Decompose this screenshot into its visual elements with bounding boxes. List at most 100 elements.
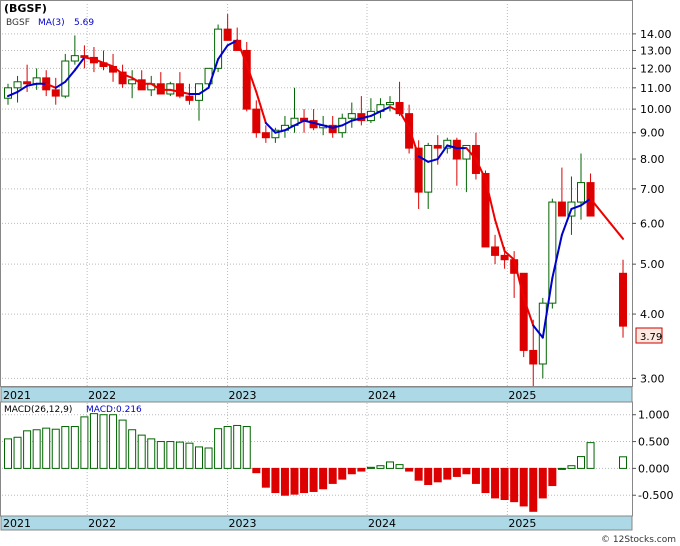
- macd-bar-positive: [80, 416, 89, 469]
- price-tick-label: 6.00: [640, 217, 665, 230]
- candle-down: [252, 108, 261, 134]
- last-price-label: 3.79: [640, 332, 662, 343]
- macd-bar-positive: [386, 461, 394, 469]
- macd-tick-label: -0.500: [638, 489, 673, 502]
- macd-bar-negative: [452, 467, 461, 477]
- price-tick-label: 12.00: [640, 62, 672, 75]
- macd-bar-negative: [319, 467, 328, 490]
- macd-bar-negative: [414, 467, 423, 481]
- candle-down: [223, 28, 232, 41]
- macd-bar-negative: [290, 467, 299, 495]
- macd-bar-negative: [433, 467, 442, 483]
- candle-down: [491, 246, 500, 256]
- candle-down: [175, 83, 184, 97]
- macd-bar-positive: [395, 464, 404, 469]
- macd-bar-positive: [557, 467, 566, 470]
- macd-legend-value: MACD:0.216: [86, 405, 142, 415]
- candle-down: [529, 349, 538, 365]
- candle-up: [424, 144, 433, 193]
- candle-up: [577, 182, 585, 203]
- macd-bar-negative: [347, 467, 356, 475]
- price-tick-label: 8.00: [640, 153, 665, 166]
- candle-down: [261, 132, 270, 139]
- macd-bar-positive: [223, 426, 232, 469]
- price-tick-label: 11.00: [640, 82, 672, 95]
- candle-up: [347, 113, 356, 119]
- macd-bar-positive: [13, 436, 22, 469]
- candle-up: [386, 102, 394, 106]
- macd-bar-positive: [586, 442, 595, 469]
- macd-bar-positive: [619, 456, 628, 469]
- macd-bar-positive: [577, 456, 585, 469]
- legend-ma-label: MA(3): [38, 18, 65, 28]
- candle-down: [433, 144, 442, 149]
- macd-bar-positive: [195, 446, 203, 469]
- macd-bar-positive: [567, 465, 576, 469]
- price-tick-label: 10.00: [640, 103, 672, 116]
- macd-bar-positive: [4, 438, 12, 469]
- candle-down: [23, 81, 32, 85]
- stock-chart: 14.00 13.00 12.00 11.00 10.00 9.00 8.00 7.00 6.0…: [0, 0, 676, 545]
- macd-tick-label: 0.000: [638, 462, 670, 475]
- macd-bar-positive: [214, 428, 223, 469]
- macd-bar-negative: [424, 467, 433, 485]
- candle-down: [51, 89, 60, 97]
- macd-bar-negative: [357, 467, 366, 472]
- macd-bar-negative: [328, 467, 337, 484]
- candle-down: [500, 254, 509, 261]
- price-tick-label: 14.00: [640, 28, 672, 41]
- macd-bar-negative: [462, 467, 471, 475]
- candle-down: [619, 272, 628, 327]
- macd-bar-negative: [443, 467, 452, 480]
- macd-tick-label: 0.500: [638, 436, 670, 449]
- candle-down: [481, 172, 490, 248]
- candle-down: [452, 139, 461, 160]
- macd-x-tick-label: 2025: [508, 517, 536, 530]
- macd-bar-negative: [529, 467, 538, 512]
- macd-x-tick-label: 2024: [368, 517, 396, 530]
- macd-legend-label: MACD(26,12,9): [4, 405, 72, 415]
- macd-bar-negative: [510, 467, 519, 503]
- macd-tick-label: 1.000: [638, 409, 670, 422]
- macd-bar-positive: [128, 429, 137, 469]
- copyright-footer: © 12Stocks.com: [601, 535, 676, 545]
- price-x-tick-label: 2023: [229, 389, 257, 402]
- macd-bar-positive: [23, 430, 32, 469]
- macd-bar-positive: [109, 414, 118, 469]
- macd-x-tick-label: 2022: [88, 517, 116, 530]
- macd-bar-positive: [32, 429, 41, 469]
- macd-bar-negative: [280, 467, 289, 496]
- price-x-tick-label: 2022: [88, 389, 116, 402]
- macd-bar-positive: [175, 441, 184, 469]
- macd-bar-positive: [366, 466, 375, 469]
- candle-up: [70, 55, 79, 62]
- macd-bar-positive: [61, 426, 70, 469]
- macd-bar-positive: [185, 442, 194, 469]
- macd-bar-positive: [233, 424, 242, 469]
- chart-title: (BGSF): [4, 2, 47, 15]
- macd-bar-positive: [51, 428, 60, 469]
- price-tick-label: 3.00: [640, 372, 665, 385]
- price-x-tick-label: 2024: [368, 389, 396, 402]
- macd-bar-negative: [548, 467, 557, 487]
- legend-ticker: BGSF: [6, 18, 30, 28]
- macd-bar-negative: [500, 467, 509, 501]
- macd-bar-negative: [300, 467, 309, 494]
- macd-bar-positive: [242, 426, 251, 469]
- price-tick-label: 4.00: [640, 308, 665, 321]
- macd-x-tick-label: 2023: [229, 517, 257, 530]
- macd-x-tick-label: 2021: [3, 517, 31, 530]
- macd-bar-positive: [147, 438, 156, 469]
- macd-bar-positive: [42, 427, 51, 469]
- legend-ma-value: 5.69: [74, 18, 94, 28]
- macd-y-axis: 1.000 0.500 0.000 -0.500: [632, 409, 673, 502]
- macd-bar-negative: [338, 467, 347, 480]
- macd-bar-negative: [491, 467, 500, 499]
- macd-bar-positive: [156, 441, 165, 469]
- price-x-tick-label: 2021: [3, 389, 31, 402]
- macd-bar-positive: [89, 413, 98, 469]
- price-tick-label: 7.00: [640, 183, 665, 196]
- macd-bar-negative: [538, 467, 547, 499]
- candle-down: [185, 95, 194, 101]
- macd-bar-positive: [204, 447, 213, 469]
